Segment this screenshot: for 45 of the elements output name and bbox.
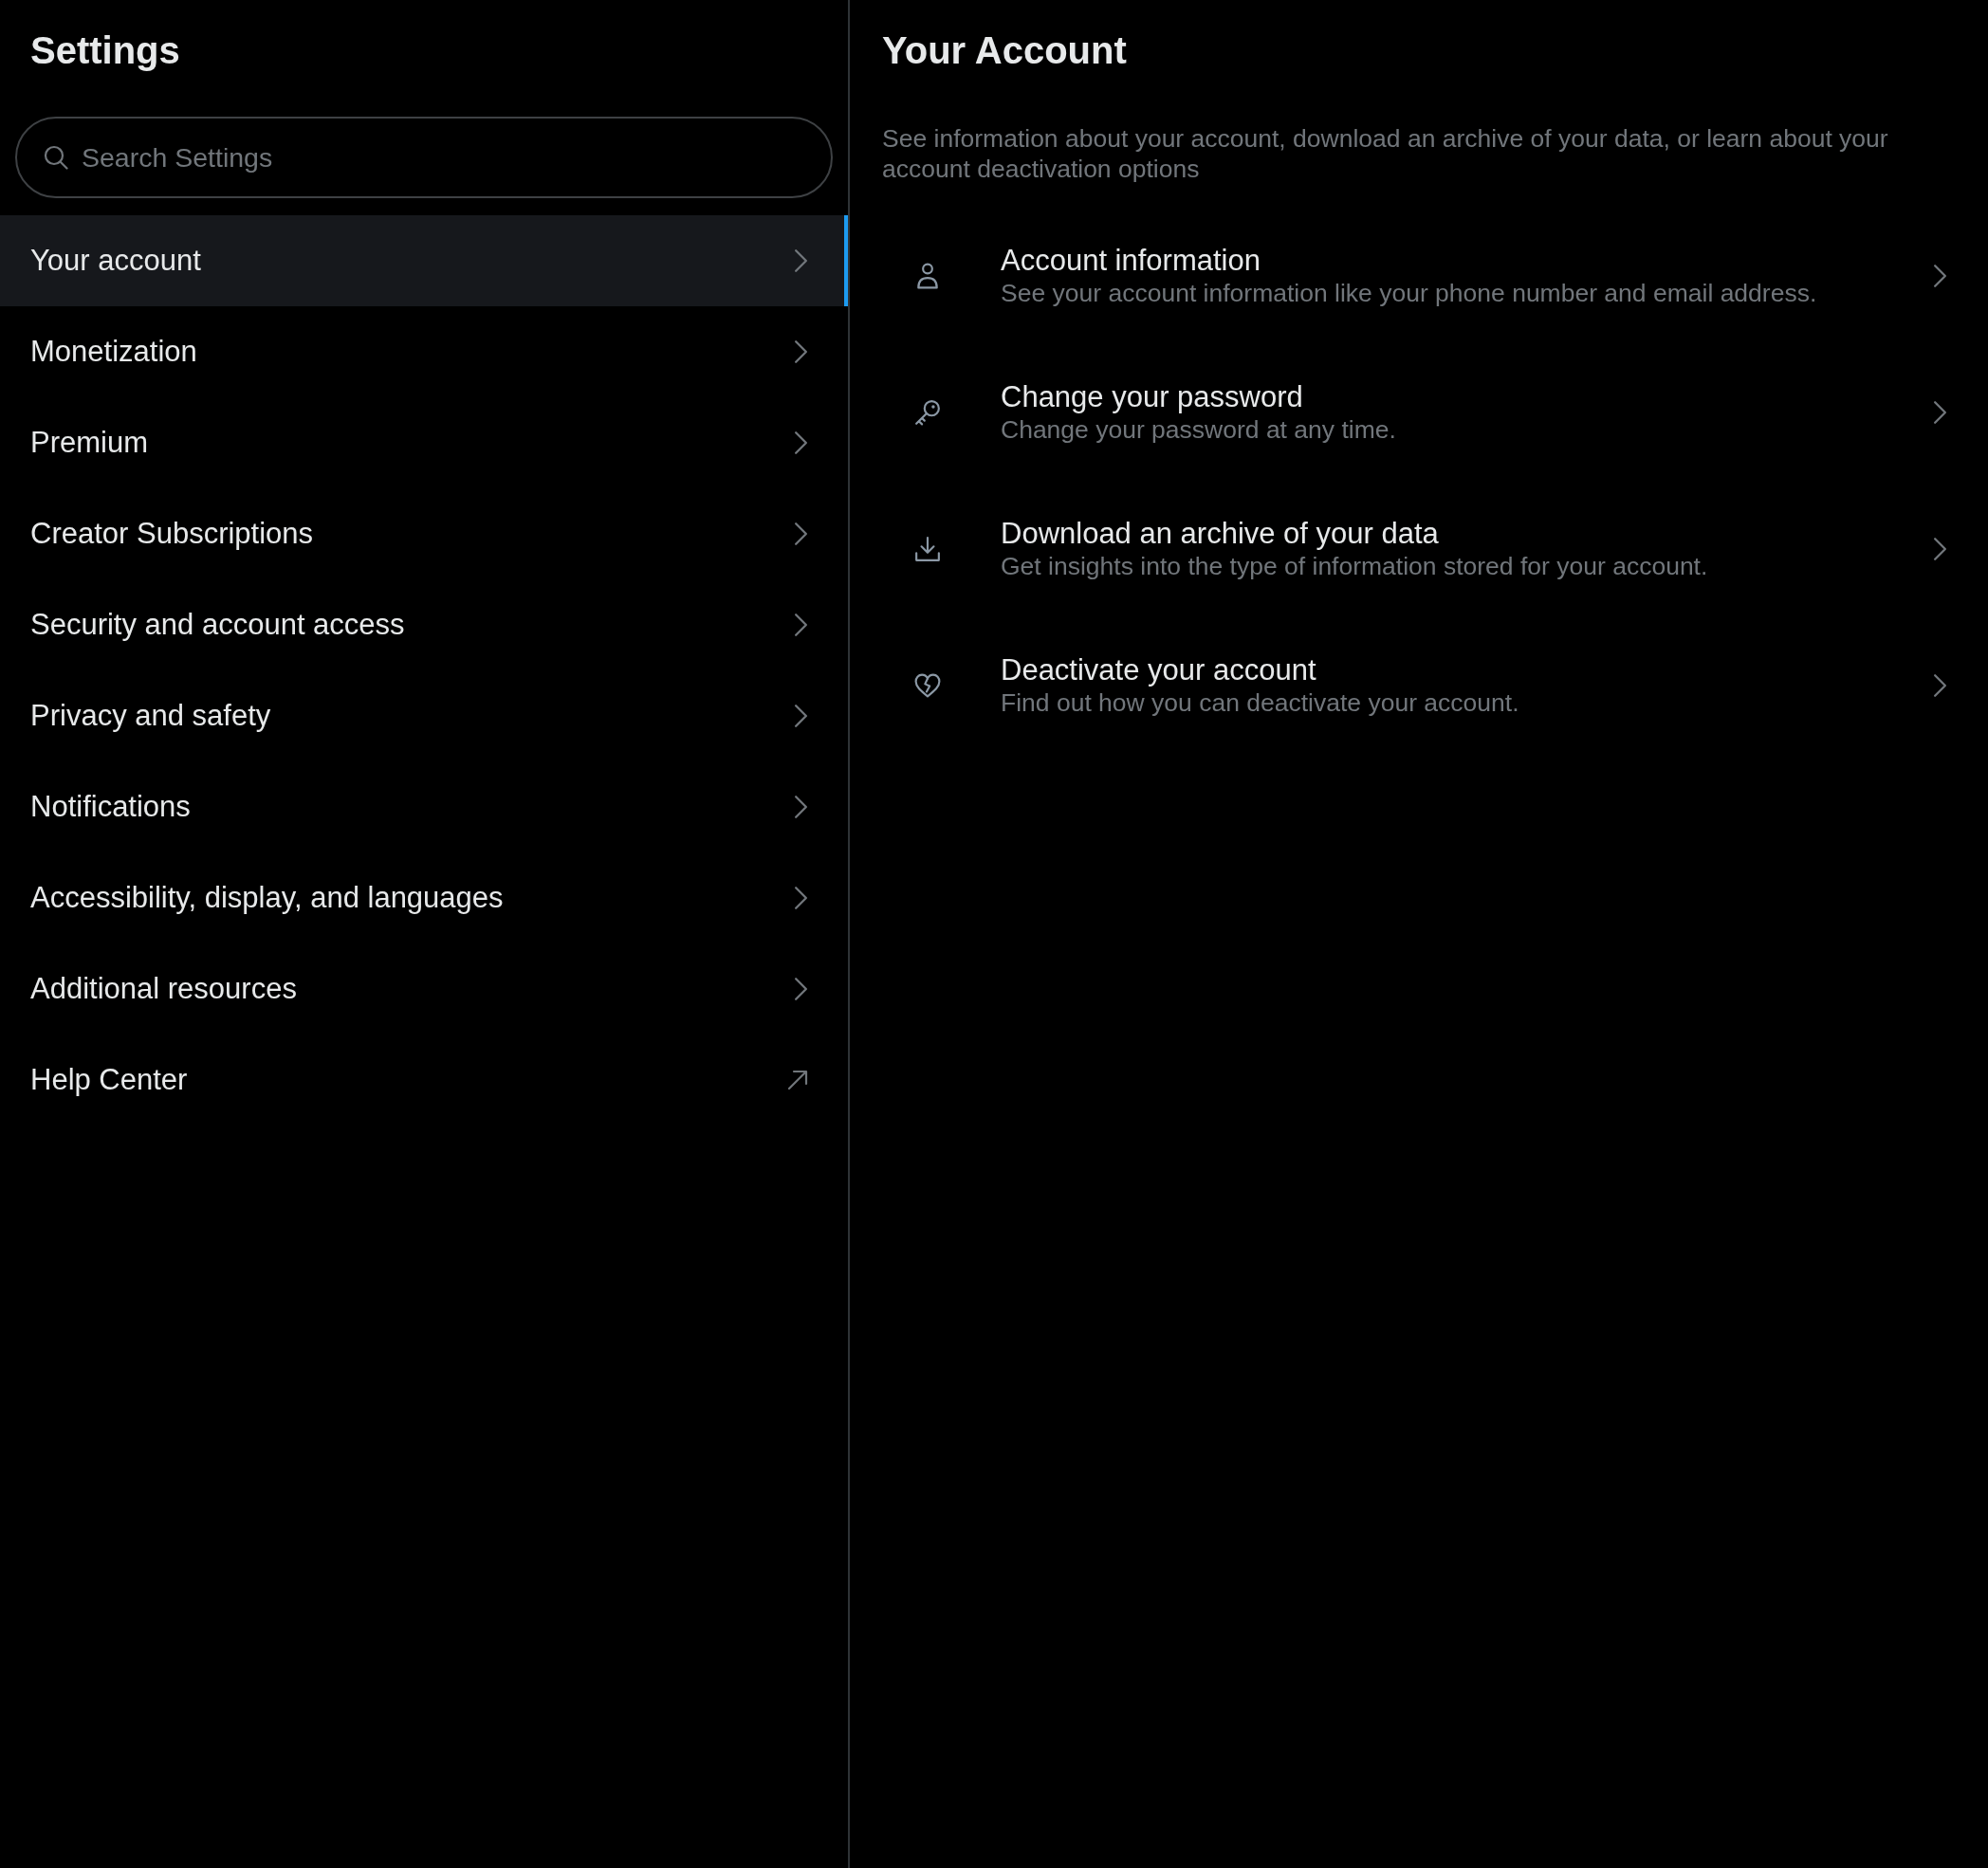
option-description: Change your password at any time. (1001, 414, 1397, 445)
search-field[interactable]: Search Settings (15, 117, 833, 198)
sidebar-item[interactable]: Monetization (0, 306, 848, 397)
sidebar-item[interactable]: Privacy and safety (0, 670, 848, 761)
chevron-right-icon (794, 522, 808, 546)
option-title: Change your password (1001, 380, 1304, 414)
sidebar-item[interactable]: Notifications (0, 761, 848, 852)
sidebar-item[interactable]: Premium (0, 397, 848, 488)
chevron-right-icon (1933, 400, 1947, 425)
chevron-right-icon (794, 886, 808, 910)
chevron-right-icon (1933, 537, 1947, 561)
chevron-right-icon (794, 339, 808, 364)
sidebar-item[interactable]: Additional resources (0, 943, 848, 1035)
chevron-right-icon (794, 704, 808, 728)
page-description: See information about your account, download an archive of your data, or learn about your account deactivation options (882, 123, 1889, 184)
chevron-right-icon (794, 795, 808, 819)
chevron-right-icon (1933, 264, 1947, 288)
sidebar-item[interactable]: Creator Subscriptions (0, 488, 848, 579)
settings-option[interactable]: Account information See your account information like your phone number and email address. (850, 208, 1988, 344)
option-description: See your account information like your phone number and email address. (1001, 278, 1818, 308)
chevron-right-icon (794, 977, 808, 1001)
chevron-right-icon (1933, 673, 1947, 698)
settings-option[interactable]: Change your password Change your password at any time. (850, 344, 1988, 481)
sidebar-item[interactable]: Help Center (0, 1035, 848, 1126)
search-icon (44, 145, 68, 170)
sidebar-item[interactable]: Accessibility, display, and languages (0, 852, 848, 943)
download-icon (914, 536, 941, 562)
sidebar-item[interactable]: Security and account access (0, 579, 848, 670)
sidebar-title: Settings (30, 28, 180, 73)
arrow-up-right-icon (787, 1070, 808, 1090)
option-title: Account information (1001, 244, 1261, 278)
page-title: Your Account (882, 28, 1127, 73)
option-description: Get insights into the type of information stored for your account. (1001, 551, 1709, 581)
chevron-right-icon (794, 248, 808, 273)
settings-option[interactable]: Download an archive of your data Get insights into the type of information stored for your account. (850, 481, 1988, 617)
key-icon (914, 399, 941, 426)
chevron-right-icon (794, 613, 808, 637)
chevron-right-icon (794, 430, 808, 455)
broken-heart-icon (914, 672, 941, 699)
option-description: Find out how you can deactivate your account. (1001, 687, 1520, 718)
person-icon (914, 263, 941, 289)
option-title: Deactivate your account (1001, 653, 1317, 687)
settings-option[interactable]: Deactivate your account Find out how you can deactivate your account. (850, 617, 1988, 754)
sidebar-item[interactable]: Your account (0, 215, 848, 306)
option-title: Download an archive of your data (1001, 517, 1440, 551)
